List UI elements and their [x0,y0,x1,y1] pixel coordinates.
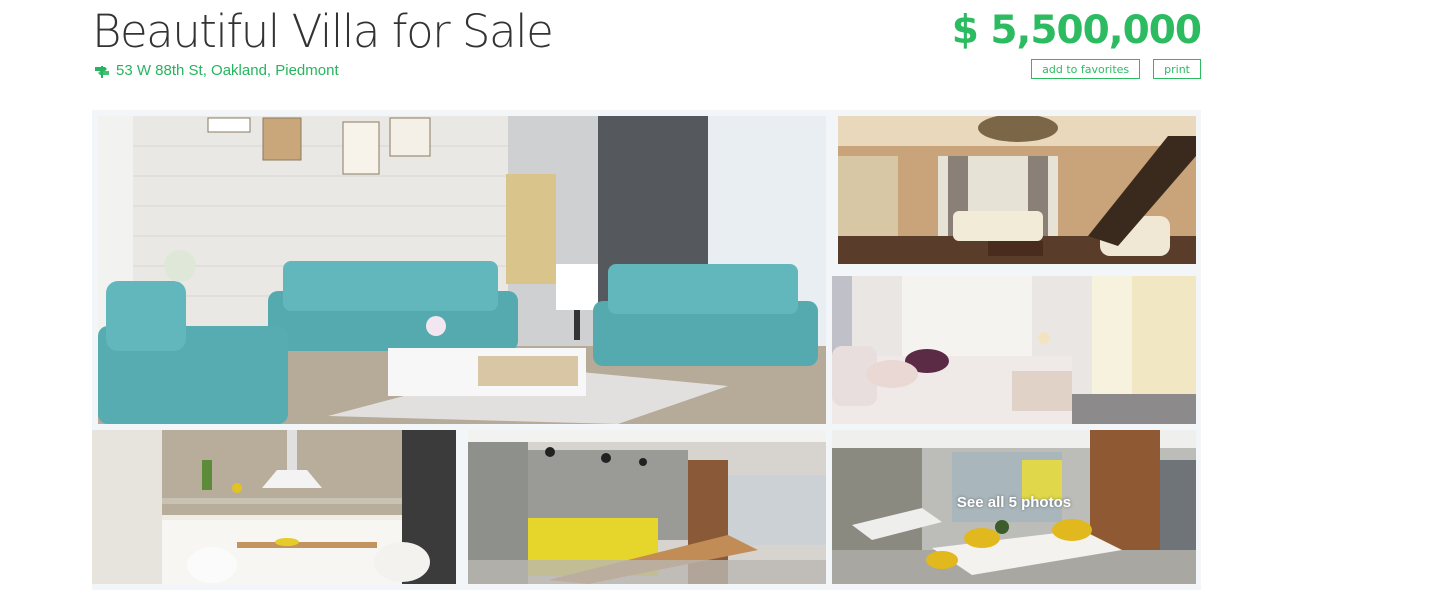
gallery-photo-dining-room[interactable] [468,430,826,584]
gallery-photo-bedroom[interactable] [832,276,1196,424]
gallery-photo-modern-dining[interactable]: See all 5 photos [832,430,1196,584]
photo-gallery: See all 5 photos [92,110,1201,590]
signpost-icon [94,64,110,78]
listing-actions: add to favorites print [1031,59,1201,79]
listing-title: Beautiful Villa for Sale [92,5,554,58]
gallery-photo-living-room[interactable] [98,116,826,424]
listing-price: $ 5,500,000 [951,8,1202,53]
gallery-photo-classic-living-room[interactable] [838,116,1196,264]
see-all-photos-link[interactable]: See all 5 photos [832,494,1196,511]
print-button[interactable]: print [1153,59,1201,79]
listing-address: 53 W 88th St, Oakland, Piedmont [94,62,339,79]
add-to-favorites-button[interactable]: add to favorites [1031,59,1141,79]
address-text: 53 W 88th St, Oakland, Piedmont [116,62,339,79]
gallery-photo-kitchen[interactable] [92,430,456,584]
